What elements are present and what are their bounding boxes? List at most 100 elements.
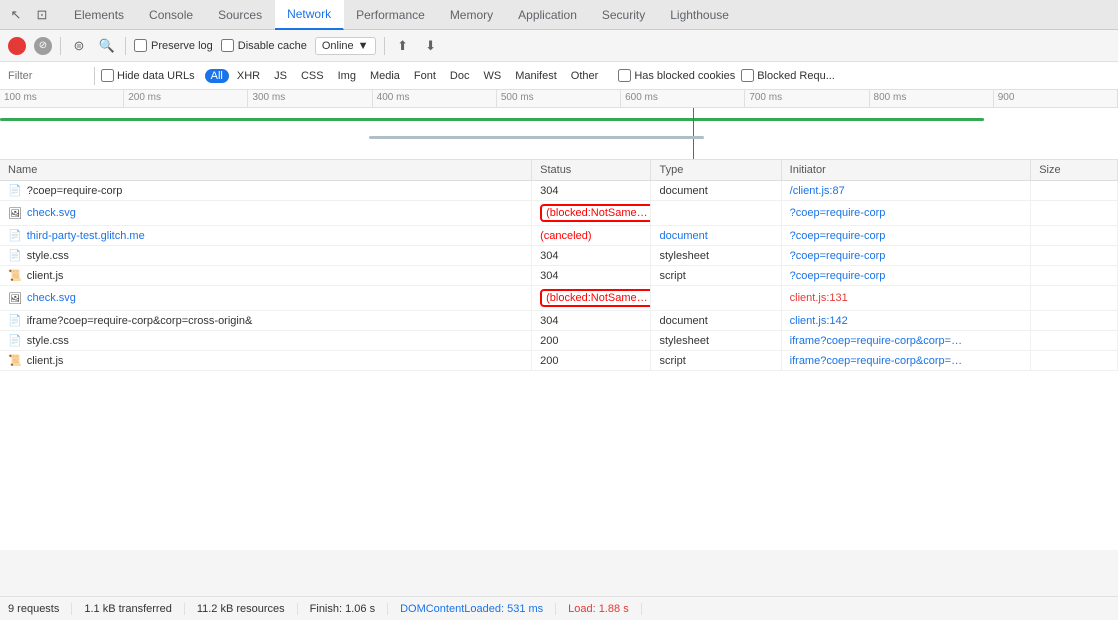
col-initiator[interactable]: Initiator [781, 160, 1031, 181]
tab-performance[interactable]: Performance [344, 0, 438, 30]
resource-type: document [651, 226, 781, 246]
table-row[interactable]: 🖼check.svg(blocked:NotSame…?coep=require… [0, 201, 1118, 226]
blocked-requests-checkbox[interactable]: Blocked Requ... [741, 69, 835, 82]
resource-type: script [651, 351, 781, 371]
file-icon: 📄 [8, 229, 22, 242]
table-row[interactable]: 📄iframe?coep=require-corp&corp=cross-ori… [0, 311, 1118, 331]
filter-tag-css[interactable]: CSS [295, 69, 330, 83]
status-code: 200 [532, 331, 651, 351]
col-status[interactable]: Status [532, 160, 651, 181]
col-type[interactable]: Type [651, 160, 781, 181]
separator-1 [60, 37, 61, 55]
hide-data-urls-checkbox[interactable]: Hide data URLs [101, 69, 195, 82]
tab-network[interactable]: Network [275, 0, 344, 30]
has-blocked-cookies-input[interactable] [618, 69, 631, 82]
file-icon: 📜 [8, 269, 22, 282]
table-row[interactable]: 📄style.css304stylesheet?coep=require-cor… [0, 246, 1118, 266]
tab-sources[interactable]: Sources [206, 0, 275, 30]
col-size[interactable]: Size [1031, 160, 1118, 181]
search-icon[interactable]: 🔍 [97, 36, 117, 56]
clear-button[interactable]: ⊘ [34, 37, 52, 55]
resource-type: document [651, 311, 781, 331]
device-icon[interactable]: ⊡ [30, 3, 54, 27]
initiator-link[interactable]: iframe?coep=require-corp&corp=… [790, 355, 962, 367]
initiator-link[interactable]: iframe?coep=require-corp&corp=… [790, 335, 962, 347]
tab-console[interactable]: Console [137, 0, 206, 30]
col-name[interactable]: Name [0, 160, 532, 181]
timeline-tick: 300 ms [248, 90, 372, 107]
timeline-bar-gray [369, 136, 704, 139]
file-name: third-party-test.glitch.me [27, 230, 145, 242]
throttle-select[interactable]: Online ▼ [315, 37, 376, 55]
preserve-log-input[interactable] [134, 39, 147, 52]
tab-lighthouse[interactable]: Lighthouse [658, 0, 742, 30]
initiator-link[interactable]: ?coep=require-corp [790, 230, 886, 242]
initiator-link[interactable]: ?coep=require-corp [790, 270, 886, 282]
status-bar: 9 requests 1.1 kB transferred 11.2 kB re… [0, 596, 1118, 620]
preserve-log-checkbox[interactable]: Preserve log [134, 39, 213, 52]
initiator-link[interactable]: ?coep=require-corp [790, 207, 886, 219]
table-row[interactable]: 📄third-party-test.glitch.me(canceled)doc… [0, 226, 1118, 246]
resource-type: document [651, 181, 781, 201]
transferred-size: 1.1 kB transferred [72, 603, 184, 615]
filter-tag-media[interactable]: Media [364, 69, 406, 83]
has-blocked-cookies-checkbox[interactable]: Has blocked cookies [618, 69, 735, 82]
filter-tag-all[interactable]: All [205, 69, 229, 83]
upload-icon[interactable]: ⬆ [393, 36, 413, 56]
finish-time: Finish: 1.06 s [298, 603, 388, 615]
table-row[interactable]: 📜client.js200scriptiframe?coep=require-c… [0, 351, 1118, 371]
resource-size [1031, 201, 1118, 226]
status-code: 304 [532, 181, 651, 201]
separator-2 [125, 37, 126, 55]
table-row[interactable]: 📄?coep=require-corp304document/client.js… [0, 181, 1118, 201]
filter-icon[interactable]: ⊜ [69, 36, 89, 56]
filter-tag-img[interactable]: Img [332, 69, 362, 83]
filter-tag-other[interactable]: Other [565, 69, 605, 83]
record-button[interactable] [8, 37, 26, 55]
initiator-link[interactable]: ?coep=require-corp [790, 250, 886, 262]
status-blocked: (blocked:NotSame… [540, 204, 651, 222]
tab-security[interactable]: Security [590, 0, 658, 30]
timeline: 100 ms200 ms300 ms400 ms500 ms600 ms700 … [0, 90, 1118, 160]
filter-tag-js[interactable]: JS [268, 69, 293, 83]
tab-elements[interactable]: Elements [62, 0, 137, 30]
blocked-requests-input[interactable] [741, 69, 754, 82]
filter-tags: AllXHRJSCSSImgMediaFontDocWSManifestOthe… [205, 69, 605, 83]
filter-tag-manifest[interactable]: Manifest [509, 69, 563, 83]
filter-tag-ws[interactable]: WS [477, 69, 507, 83]
file-icon: 📜 [8, 354, 22, 367]
table-header: Name Status Type Initiator Size [0, 160, 1118, 181]
resource-size [1031, 351, 1118, 371]
file-icon: 📄 [8, 334, 22, 347]
table-row[interactable]: 📄 style.css 200stylesheet iframe?coep=requi… [0, 331, 1118, 351]
filter-tag-xhr[interactable]: XHR [231, 69, 266, 83]
resource-size [1031, 331, 1118, 351]
initiator-link[interactable]: /client.js:87 [790, 185, 845, 197]
initiator-link[interactable]: client.js:131 [790, 292, 848, 304]
hide-data-urls-input[interactable] [101, 69, 114, 82]
filter-tag-font[interactable]: Font [408, 69, 442, 83]
table-row[interactable]: 📜client.js304script?coep=require-corp [0, 266, 1118, 286]
tab-application[interactable]: Application [506, 0, 590, 30]
file-name: check.svg [27, 207, 76, 219]
disable-cache-checkbox[interactable]: Disable cache [221, 39, 307, 52]
timeline-vline [693, 108, 694, 160]
file-icon: 📄 [8, 249, 22, 262]
file-name: style.css [27, 335, 69, 347]
inspect-icon[interactable]: ↖ [4, 3, 28, 27]
resource-type: stylesheet [651, 331, 781, 351]
filter-tag-doc[interactable]: Doc [444, 69, 476, 83]
file-name: check.svg [27, 292, 76, 304]
disable-cache-input[interactable] [221, 39, 234, 52]
timeline-tick: 600 ms [621, 90, 745, 107]
initiator-link[interactable]: client.js:142 [790, 315, 848, 327]
network-table: Name Status Type Initiator Size 📄?coep=r… [0, 160, 1118, 371]
dom-loaded-time: DOMContentLoaded: 531 ms [388, 603, 556, 615]
filter-input[interactable] [8, 70, 88, 82]
file-name: client.js [27, 270, 64, 282]
tab-memory[interactable]: Memory [438, 0, 506, 30]
download-icon[interactable]: ⬇ [421, 36, 441, 56]
table-row[interactable]: 🖼check.svg(blocked:NotSame…client.js:131 [0, 286, 1118, 311]
resource-size [1031, 311, 1118, 331]
file-icon: 📄 [8, 184, 22, 197]
